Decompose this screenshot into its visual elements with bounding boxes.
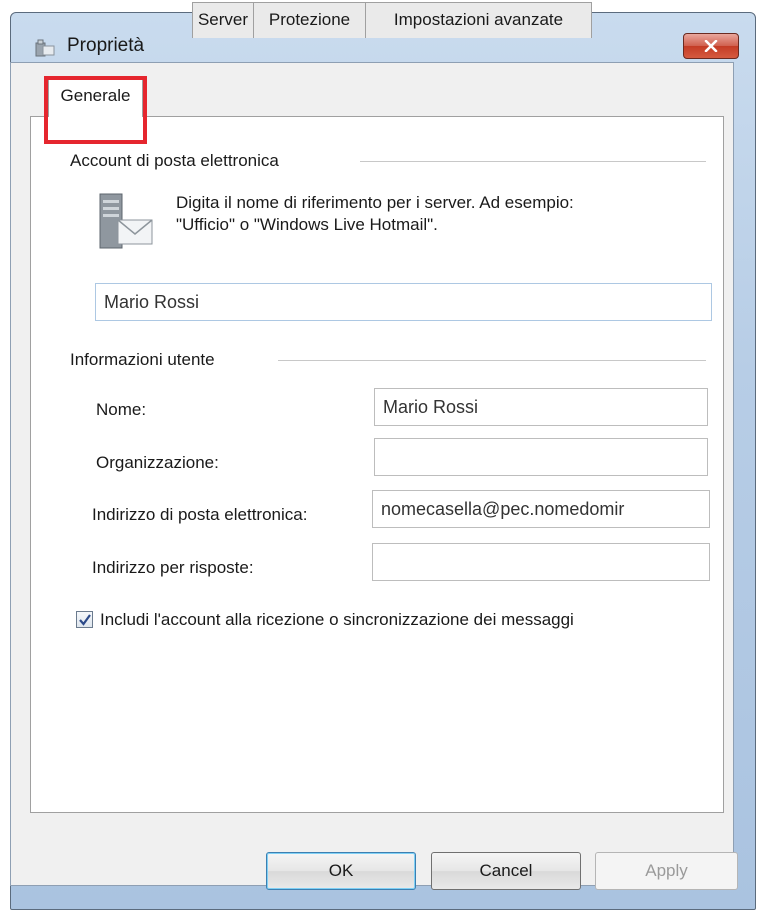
close-button[interactable] (683, 33, 739, 59)
user-info-group-label: Informazioni utente (70, 350, 219, 370)
name-input[interactable]: Mario Rossi (374, 388, 708, 426)
group-divider (278, 360, 706, 361)
tab-impostazioni-avanzate[interactable]: Impostazioni avanzate (365, 2, 592, 38)
include-account-checkbox[interactable] (76, 611, 93, 628)
group-divider (360, 161, 706, 162)
account-name-input[interactable]: Mario Rossi (95, 283, 712, 321)
close-icon (704, 40, 718, 52)
ok-button[interactable]: OK (266, 852, 416, 890)
account-group-label: Account di posta elettronica (70, 151, 283, 171)
reply-address-input[interactable] (372, 543, 710, 581)
server-mail-icon (99, 193, 153, 249)
tab-server[interactable]: Server (192, 2, 254, 38)
email-input[interactable]: nomecasella@pec.nomedomir (372, 490, 710, 528)
checkmark-icon (79, 614, 91, 626)
window-icon (35, 39, 55, 57)
account-description: Digita il nome di riferimento per i serv… (176, 193, 574, 234)
tab-protezione[interactable]: Protezione (253, 2, 366, 38)
name-label: Nome: (96, 400, 147, 419)
window-title: Proprietà (67, 35, 145, 56)
include-account-label[interactable]: Includi l'account alla ricezione o sincr… (100, 610, 574, 630)
cancel-button[interactable]: Cancel (431, 852, 581, 890)
email-label: Indirizzo di posta elettronica: (92, 505, 308, 524)
organization-label: Organizzazione: (96, 453, 219, 472)
tab-generale[interactable]: Generale (48, 78, 143, 117)
apply-button[interactable]: Apply (595, 852, 738, 890)
reply-address-label: Indirizzo per risposte: (92, 558, 254, 577)
organization-input[interactable] (374, 438, 708, 476)
